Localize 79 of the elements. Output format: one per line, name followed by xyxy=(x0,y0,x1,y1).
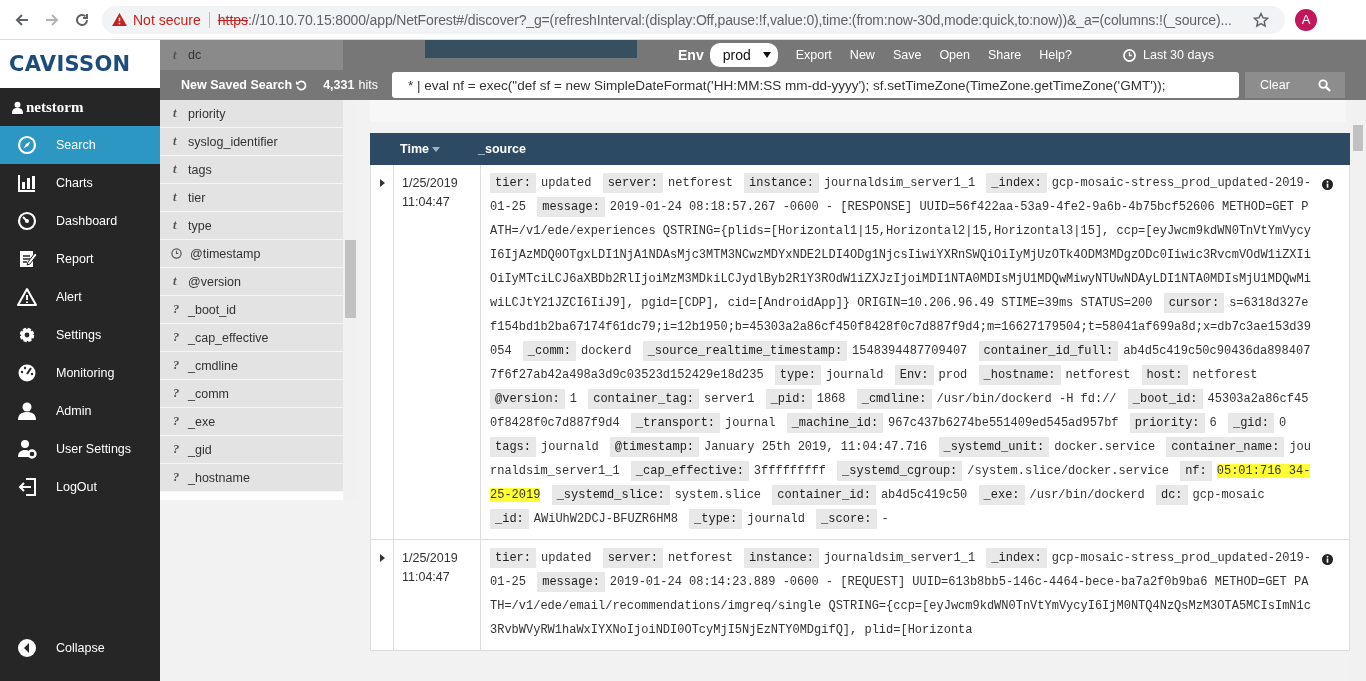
date-text: 1/25/2019 xyxy=(402,175,459,192)
nav-item[interactable]: Admin xyxy=(0,392,160,430)
field-list-item[interactable]: ? _cap_effective xyxy=(160,324,343,352)
info-icon[interactable] xyxy=(1322,179,1333,190)
alert-icon xyxy=(17,287,37,307)
menu-link[interactable]: Help? xyxy=(1039,48,1072,62)
nav-item[interactable]: Alert xyxy=(0,278,160,316)
url-scheme: https xyxy=(217,11,249,28)
menu-link[interactable]: Export xyxy=(795,48,832,62)
field-list-item[interactable]: ? _exe xyxy=(160,408,343,436)
profile-avatar[interactable]: A xyxy=(1295,8,1317,31)
field-list-item[interactable]: ? _cmdline xyxy=(160,352,343,380)
log-document-text: tier: updated server: netforest instance: journaldsim_server1_1 _index: gcp-mosaic-stress_prod_updated-2019-01-25 message: 2019-01-24 08:18:57.267 -0600 - [RESPONSE] UUID=56f422aa-53a9-4fe2-9a6b-4b75bcf52606 METHOD=GET PATH=/v1/ede/experiences QSTRING={plids=[Horizontal1|15,Horizontal2|15,Horizontal3|15], ccp=[eyJwcm9kdWN0TnVtYmVycyI6IjAzMDQ0OTgxLDI1NjA1NDAsMjc3MTM3NCwzMDYxNDE2LDI4ODg1NjcsIiwiYXRnSWQiOiIyMjUzOTk4ODM3MDgzODc0Iiwic3RvcmVOdW1iZXIiOiIyMTciLCJ6aXBDb2RlIjoiMzM3MDkiLCJydlByb2R1Y3ROdW1iZXJzIjoiMDI1NTA0MDIsMjU1MDQwMiwyNTUwNDAyLDI1NTA0MDIsMjU1MDQwMiwiLCJtY21JZCI6IiJ9], pgid=[CDP], cid=[AndroidApp]} ORIGIN=10.206.96.49 STIME=39ms STATUS=200 cursor: s=6318d327ef154bd1b2ba67174f61dc79;i=12b1950;b=45303a2a86cf450f8428f0c7d887f9d4;m=16627179504;t=58041af699a8d;x=db7c3ae153d39054 _comm: dockerd _source_realtime_timestamp: 1548394487709407 container_id_full: ab4d5c419c50c90436da8984077f6f27ab42a498a3d9c03523d152429e18d235 type: journald Env: prod _hostname: netforest host: netforest @version: 1 container_tag: server1 _pid: 1868 _cmdline: /usr/bin/dockerd -H fd:// _boot_id: 45303a2a86cf450f8428f0c7d887f9d4 _transport: journal _machine_id: 967c437b6274be551409ed545ad957bf priority: 6 _gid: 0 tags: journald @timestamp: January 25th 2019, 11:04:47.716 _systemd_unit: docker.service container_name: journaldsim_server1_1 _cap_effective: 3fffffffff _systemd_cgroup: /system.slice/docker.service nf: 05:01:716 34-25-2019 _systemd_slice: system.slice container_id: ab4d5c419c50 _exe: /usr/bin/dockerd dc: gcp-mosaic _id: AWiUhW2DCJ-BFUZR6HM8 _type: journald _score: - xyxy=(490,171,1312,531)
search-icon xyxy=(1318,78,1332,92)
field-list-item[interactable]: t type xyxy=(160,212,343,240)
clock-icon xyxy=(1123,48,1136,62)
nav-item[interactable]: Settings xyxy=(0,316,160,354)
log-document-text: tier: updated server: netforest instance: journaldsim_server1_1 _index: gcp-mosaic-stress_prod_updated-2019-01-25 message: 2019-01-24 08:14:23.889 -0600 - [REQUEST] UUID=613b8bb5-146c-4464-bece-ba7a2f0b9ba6 METHOD=GET PATH=/v1/ede/email/recommendations/imgreq/single QSTRING={ccp=[eyJwcm9kdWN0TnVtYmVycyI6IjM0NTQ4NzQsMzM3OTA5MCIsImN1c3RvbWVyRW1haWxIYXNoIjoiNDI0OTcyMjI5NjEzNTY0MDgifQ], plid=[Horizonta xyxy=(490,546,1312,642)
settings-icon xyxy=(17,325,37,345)
user-icon xyxy=(12,100,23,114)
menu-link[interactable]: New xyxy=(849,48,875,62)
field-list-item[interactable]: ? _boot_id xyxy=(160,296,343,324)
logout-icon xyxy=(17,477,37,497)
collapse-button[interactable]: Collapse xyxy=(0,629,160,667)
info-icon[interactable] xyxy=(1322,554,1333,565)
field-list-item[interactable]: t priority xyxy=(160,100,343,128)
field-list-item[interactable]: t @version xyxy=(160,268,343,296)
user-gear-icon xyxy=(17,439,37,459)
person-icon xyxy=(17,401,37,421)
refresh-icon[interactable] xyxy=(296,79,308,91)
address-bar[interactable]: Not secure https://10.10.70.15:8000/app/NetForest#/discover?_g=(refreshInterval:(display:Off,pause:!f,value:0),time:(from:now-30d,mode:quick,to:now))&_a=(columns:!(_source)... xyxy=(102,5,1285,34)
field-list-item[interactable]: ? _gid xyxy=(160,436,343,464)
expand-caret-icon[interactable] xyxy=(379,179,385,187)
env-label: Env xyxy=(678,47,704,63)
compass-icon xyxy=(17,135,37,155)
date-text: 1/25/2019 xyxy=(402,550,459,567)
nav-item[interactable]: Report xyxy=(0,240,160,278)
expand-caret-icon[interactable] xyxy=(379,554,385,562)
query-field[interactable]: * | eval nf = exec("def sf = new SimpleDateFormat('HH:MM:SS mm-dd-yyyy'); sf.setTimeZone(TimeZone.getTimeZone('GMT')); xyxy=(391,72,1239,98)
column-header: _source xyxy=(478,141,527,158)
nav-item[interactable]: User Settings xyxy=(0,430,160,468)
clock-icon xyxy=(171,248,182,259)
nav-item[interactable]: LogOut xyxy=(0,468,160,506)
time-range-link[interactable]: Last 30 days xyxy=(1143,48,1214,62)
nav-item[interactable]: Dashboard xyxy=(0,202,160,240)
report-icon xyxy=(17,249,37,269)
column-header[interactable]: Time xyxy=(392,133,478,165)
nav-item[interactable]: Charts xyxy=(0,164,160,202)
star-icon[interactable] xyxy=(1253,11,1269,28)
time-text: 11:04:47 xyxy=(402,569,451,586)
reload-icon[interactable] xyxy=(74,11,90,28)
field-list-item[interactable]: ? _hostname xyxy=(160,464,343,492)
menu-link[interactable]: Save xyxy=(892,48,922,62)
field-list-item[interactable]: t tier xyxy=(160,184,343,212)
hits-label: hits xyxy=(358,78,378,92)
dial-icon xyxy=(17,211,37,231)
left-arrow-circle-icon xyxy=(17,638,37,658)
hits-count: 4,331 xyxy=(323,78,355,92)
brand-logo: CAVISSON xyxy=(9,52,131,76)
nav-item[interactable]: Monitoring xyxy=(0,354,160,392)
gauge-icon xyxy=(17,363,37,383)
saved-search-title: New Saved Search xyxy=(181,78,293,92)
url-text: ://10.10.70.15:8000/app/NetForest#/discover?_g=(refreshInterval:(display:Off,pause:!f,value:0),time:(from:now-30d,mode:quick,to:now))&_a=(columns:!(_source)... xyxy=(248,11,1232,28)
username: netstorm xyxy=(26,98,84,116)
field-list-item[interactable]: t syslog_identifier xyxy=(160,128,343,156)
back-arrow-icon[interactable] xyxy=(14,11,30,28)
security-status: Not secure xyxy=(133,11,201,28)
bar-chart-icon xyxy=(17,173,37,193)
menu-link[interactable]: Open xyxy=(939,48,970,62)
menu-link[interactable]: Share xyxy=(987,48,1022,62)
field-list-item[interactable]: t tags xyxy=(160,156,343,184)
search-button[interactable] xyxy=(1304,72,1345,98)
field-list-item[interactable]: ? _comm xyxy=(160,380,343,408)
time-text: 11:04:47 xyxy=(402,194,451,211)
warning-icon xyxy=(112,13,127,26)
field-list-item[interactable]: @timestamp xyxy=(160,240,343,268)
sort-caret-icon xyxy=(431,146,440,152)
caret-icon xyxy=(762,52,771,58)
env-dropdown[interactable]: prod xyxy=(709,43,778,67)
